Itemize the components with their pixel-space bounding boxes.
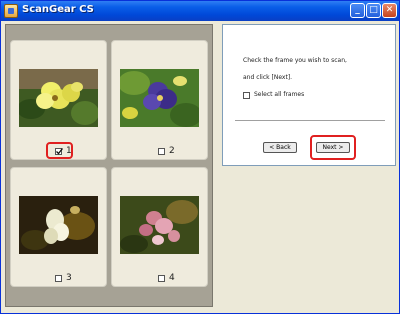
frame-3-checkbox[interactable] <box>55 275 62 282</box>
frame-tile-4[interactable]: 4 <box>111 167 208 287</box>
frame-3-number: 3 <box>66 273 72 283</box>
frame-1-highlight <box>46 142 73 159</box>
scanner-app-icon <box>4 4 18 18</box>
minimize-icon: _ <box>355 5 360 15</box>
frame-tile-3[interactable]: 3 <box>10 167 107 287</box>
instruction-panel: Check the frame you wish to scan, and cl… <box>222 24 396 166</box>
window-title: ScanGear CS <box>22 4 94 15</box>
frame-4-number: 4 <box>169 273 175 283</box>
maximize-button[interactable]: □ <box>366 3 381 18</box>
instruction-line-1: Check the frame you wish to scan, <box>243 57 347 64</box>
minimize-button[interactable]: _ <box>350 3 365 18</box>
frame-tile-2[interactable]: 2 <box>111 40 208 160</box>
purple-pansy-photo <box>120 69 199 127</box>
select-all-frames-checkbox[interactable] <box>243 92 250 99</box>
back-button[interactable]: < Back <box>263 142 297 153</box>
close-button[interactable]: ✕ <box>382 3 397 18</box>
frame-2-checkbox[interactable] <box>158 148 165 155</box>
frame-selection-pane: 1 2 3 4 <box>5 24 213 307</box>
frame-2-number: 2 <box>169 146 175 156</box>
next-button-highlight <box>310 135 356 160</box>
title-bar: ScanGear CS _ □ ✕ <box>1 1 399 21</box>
maximize-icon: □ <box>369 5 378 15</box>
select-all-frames-label: Select all frames <box>254 91 305 98</box>
close-icon: ✕ <box>385 5 394 15</box>
panel-divider <box>235 120 385 121</box>
scangear-window: ScanGear CS _ □ ✕ 1 2 3 4 Check the fram… <box>0 0 400 314</box>
white-flower-photo <box>19 196 98 254</box>
panel-background <box>222 167 396 307</box>
yellow-pansy-photo <box>19 69 98 127</box>
instruction-line-2: and click [Next]. <box>243 74 293 81</box>
frame-4-checkbox[interactable] <box>158 275 165 282</box>
pink-flower-photo <box>120 196 199 254</box>
